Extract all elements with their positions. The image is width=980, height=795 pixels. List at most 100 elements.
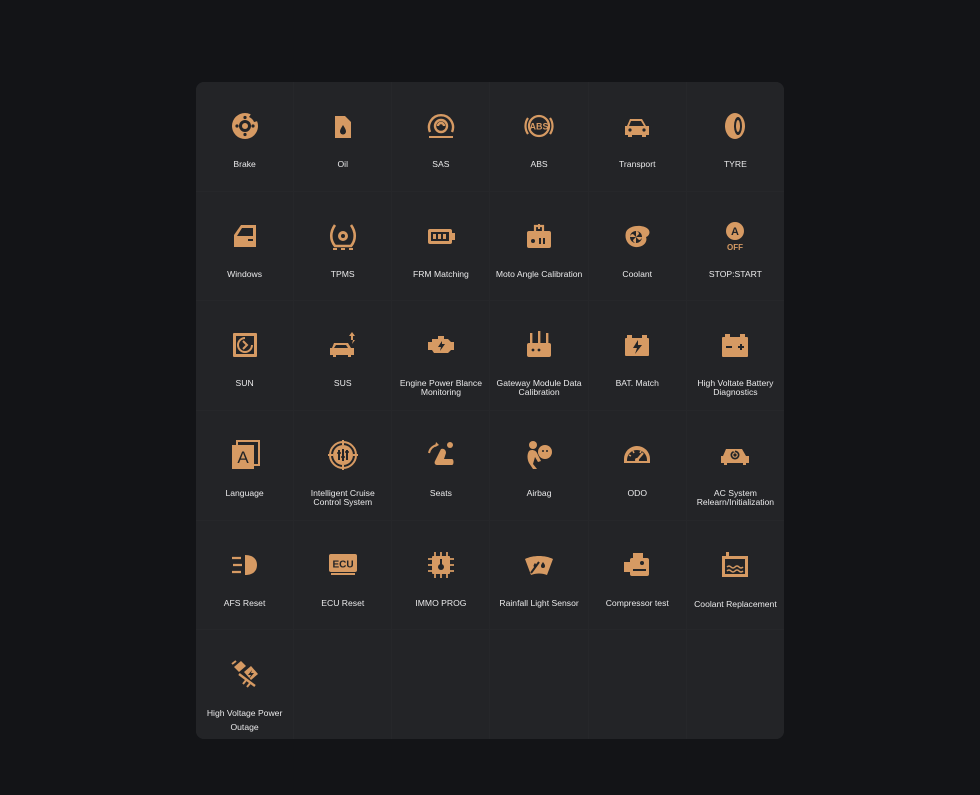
function-tile-oil[interactable]: Oil [294, 82, 392, 191]
sunroof-icon [229, 329, 261, 361]
function-label: Transport [619, 159, 656, 169]
battery-lightning-icon [621, 329, 653, 361]
empty-tile [392, 630, 490, 739]
function-label: Moto Angle Calibration [495, 268, 583, 279]
battery-module-icon [425, 220, 457, 252]
function-label: Brake [233, 159, 256, 169]
function-tile-windows[interactable]: Windows [196, 191, 294, 301]
svg-text:A: A [237, 448, 249, 467]
function-tile-bat-match[interactable]: BAT. Match [588, 301, 686, 410]
headlight-afs-icon [229, 549, 261, 581]
function-label: AFS Reset [223, 597, 266, 608]
function-label: Oil [337, 159, 348, 169]
function-label: Coolant [622, 268, 653, 279]
function-grid: Brake Oil SAS ABS ABS Transport TYRE Win… [196, 82, 784, 739]
function-label: ECU Reset [321, 597, 365, 608]
transport-car-icon [621, 110, 653, 142]
cruise-control-icon [327, 439, 359, 471]
function-tile-high-voltage-power-outage[interactable]: High Voltage Power Outage [196, 630, 294, 739]
function-label: IMMO PROG [415, 597, 467, 608]
function-tile-ac-system[interactable]: AC System Relearn/Initialization [686, 410, 784, 520]
airbag-icon [523, 439, 555, 471]
rain-light-sensor-icon [523, 549, 555, 581]
empty-tile [686, 630, 784, 739]
function-label: Gateway Module Data Calibration [496, 378, 582, 398]
language-a-icon: A [229, 439, 261, 471]
ac-car-icon [719, 439, 751, 471]
abs-warning-icon: ABS [523, 110, 555, 142]
oil-can-icon [327, 110, 359, 142]
steering-angle-sensor-icon [425, 110, 457, 142]
function-label: Airbag [526, 487, 552, 498]
function-tile-transport[interactable]: Transport [588, 82, 686, 191]
motor-module-icon [523, 220, 555, 252]
coolant-fan-icon [621, 220, 653, 252]
function-tile-language[interactable]: A Language [196, 410, 294, 520]
tyre-icon [719, 110, 751, 142]
function-label: ODO [627, 487, 648, 498]
function-label: BAT. Match [615, 378, 659, 389]
function-label: ABS [530, 159, 548, 169]
function-tile-cruise-control[interactable]: Intelligent Cruise Control System [294, 410, 392, 520]
empty-tile [490, 630, 588, 739]
brake-disc-icon [229, 110, 261, 142]
function-tile-compressor-test[interactable]: Compressor test [588, 520, 686, 630]
function-label: Windows [227, 268, 263, 279]
hv-battery-icon [719, 329, 751, 361]
odometer-gauge-icon [621, 439, 653, 471]
gateway-router-icon [523, 329, 555, 361]
tpms-warning-icon [327, 220, 359, 252]
function-tile-coolant-replacement[interactable]: Coolant Replacement [686, 520, 784, 630]
function-tile-frm-matching[interactable]: FRM Matching [392, 191, 490, 301]
suspension-car-icon [327, 329, 359, 361]
coolant-level-icon [719, 549, 751, 581]
function-label: Coolant Replacement [694, 598, 777, 609]
function-tile-tpms[interactable]: TPMS [294, 191, 392, 301]
empty-tile [294, 630, 392, 739]
empty-tile [588, 630, 686, 739]
immobilizer-chip-icon [425, 549, 457, 581]
function-label: FRM Matching [412, 268, 469, 279]
function-tile-sun[interactable]: SUN [196, 301, 294, 410]
function-tile-sus[interactable]: SUS [294, 301, 392, 410]
function-tile-ecu-reset[interactable]: ECU ECU Reset [294, 520, 392, 630]
compressor-icon [621, 549, 653, 581]
function-tile-sas[interactable]: SAS [392, 82, 490, 191]
function-tile-brake[interactable]: Brake [196, 82, 294, 191]
svg-text:ECU: ECU [332, 559, 353, 570]
function-label: Language [225, 487, 264, 498]
function-tile-seats[interactable]: Seats [392, 410, 490, 520]
function-tile-hv-battery[interactable]: High Voltate Battery Diagnostics [686, 301, 784, 410]
function-tile-abs[interactable]: ABS ABS [490, 82, 588, 191]
function-label: Compressor test [605, 597, 669, 608]
function-tile-engine-power[interactable]: Engine Power Blance Monitoring [392, 301, 490, 410]
function-label: SAS [432, 159, 450, 169]
function-label: Intelligent Cruise Control System [310, 487, 375, 507]
svg-text:ABS: ABS [530, 122, 549, 132]
engine-warning-icon [425, 329, 457, 361]
function-label: TYRE [723, 159, 747, 169]
function-label: Engine Power Blance Monitoring [399, 378, 482, 398]
function-tile-odo[interactable]: ODO [588, 410, 686, 520]
svg-text:A: A [731, 226, 739, 238]
svg-text:OFF: OFF [727, 243, 743, 252]
ecu-chip-icon: ECU [327, 549, 359, 581]
function-tile-moto-angle-calibration[interactable]: Moto Angle Calibration [490, 191, 588, 301]
function-tile-afs-reset[interactable]: AFS Reset [196, 520, 294, 630]
high-voltage-plug-icon [229, 658, 261, 690]
function-label: Rainfall Light Sensor [499, 597, 579, 608]
function-label: Seats [429, 487, 452, 498]
function-label: SUN [235, 378, 254, 389]
function-tile-coolant[interactable]: Coolant [588, 191, 686, 301]
auto-stop-start-off-icon: A OFF [719, 220, 751, 252]
function-tile-gateway-module[interactable]: Gateway Module Data Calibration [490, 301, 588, 410]
function-tile-rainfall-light-sensor[interactable]: Rainfall Light Sensor [490, 520, 588, 630]
function-tile-immo-prog[interactable]: IMMO PROG [392, 520, 490, 630]
function-label: High Voltage Power Outage [206, 708, 283, 733]
function-label: TPMS [330, 268, 355, 279]
car-window-icon [229, 220, 261, 252]
function-tile-stop-start[interactable]: A OFF STOP:START [686, 191, 784, 301]
seat-adjust-icon [425, 439, 457, 471]
function-tile-tyre[interactable]: TYRE [686, 82, 784, 191]
function-tile-airbag[interactable]: Airbag [490, 410, 588, 520]
